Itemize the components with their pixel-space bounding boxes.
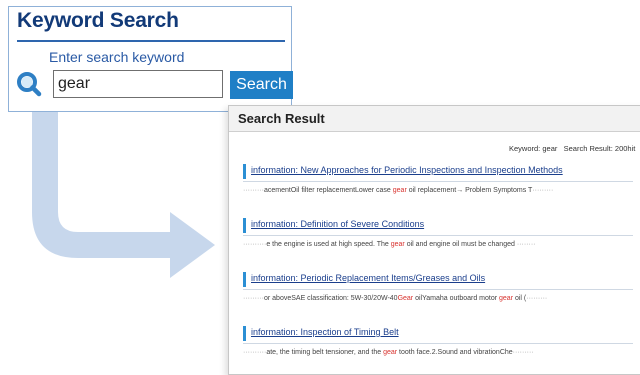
search-result-panel: Search Result Keyword: gear Search Resul… xyxy=(228,105,640,375)
keyword-highlight: gear xyxy=(392,187,407,194)
summary-keyword: Keyword: gear xyxy=(509,144,558,153)
item-divider xyxy=(243,289,633,290)
result-link[interactable]: information: Inspection of Timing Belt xyxy=(251,327,399,337)
result-summary: Keyword: gear Search Result: 200hit xyxy=(509,144,635,153)
result-snippet: ·········acementOil filter replacementLo… xyxy=(243,187,554,194)
result-snippet: ··········e the engine is used at high s… xyxy=(243,241,536,248)
result-item: information: New Approaches for Periodic… xyxy=(229,164,640,204)
result-link[interactable]: information: Definition of Severe Condit… xyxy=(251,219,424,229)
result-link[interactable]: information: New Approaches for Periodic… xyxy=(251,165,563,175)
keyword-highlight: gear xyxy=(499,295,514,302)
result-title: Search Result xyxy=(238,111,325,126)
search-title: Keyword Search xyxy=(17,9,179,32)
search-input[interactable] xyxy=(53,70,223,98)
summary-count: Search Result: 200hit xyxy=(563,144,636,153)
keyword-search-panel: Keyword Search Enter search keyword Sear… xyxy=(8,6,293,112)
result-header: Search Result xyxy=(229,106,640,132)
search-label: Enter search keyword xyxy=(49,49,185,65)
result-snippet: ·········or aboveSAE classification: 5W-… xyxy=(243,295,548,302)
result-item: information: Definition of Severe Condit… xyxy=(229,218,640,258)
keyword-highlight: gear xyxy=(390,241,405,248)
item-marker xyxy=(243,272,246,287)
title-divider xyxy=(17,40,285,42)
search-button[interactable]: Search xyxy=(230,71,293,99)
item-marker xyxy=(243,218,246,233)
item-marker xyxy=(243,164,246,179)
keyword-highlight: Gear xyxy=(397,295,414,302)
magnifier-icon xyxy=(17,72,42,97)
keyword-highlight: gear xyxy=(383,349,398,356)
result-item: information: Periodic Replacement Items/… xyxy=(229,272,640,312)
item-divider xyxy=(243,181,633,182)
result-item: information: Inspection of Timing Belt ·… xyxy=(229,326,640,366)
result-snippet: ··········ate, the timing belt tensioner… xyxy=(243,349,534,356)
result-link[interactable]: information: Periodic Replacement Items/… xyxy=(251,273,485,283)
item-divider xyxy=(243,343,633,344)
item-divider xyxy=(243,235,633,236)
item-marker xyxy=(243,326,246,341)
